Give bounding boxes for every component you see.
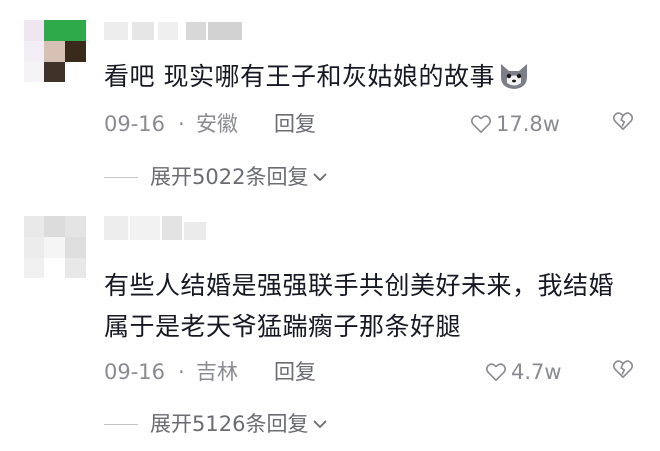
expand-replies-label: 展开5022条回复 [150,165,309,189]
like-count: 4.7w [511,360,562,384]
broken-heart-icon [612,360,634,378]
like-button[interactable]: 17.8w [470,109,560,139]
reply-button[interactable]: 回复 [274,357,316,387]
separator-dot: · [178,360,185,384]
heart-outline-icon [485,363,507,381]
like-count: 17.8w [496,112,560,136]
avatar[interactable] [24,216,86,278]
reply-button[interactable]: 回复 [274,109,316,139]
comment-date: 09-16 [104,112,166,136]
comment-text: 有些人结婚是强强联手共创美好未来，我结婚属于是老天爷猛踹瘸子那条好腿 [104,265,634,347]
expand-replies-label: 展开5126条回复 [150,412,309,436]
username-blurred[interactable] [104,22,244,44]
dislike-button[interactable] [612,357,634,387]
comment-location: 安徽 [196,112,238,136]
comment-meta: 09-16 · 吉林 回复 4.7w [104,357,634,387]
username-blurred[interactable] [104,216,214,240]
expand-replies-button[interactable]: 展开5022条回复 [104,162,328,192]
comment-text-content: 看吧 现实哪有王子和灰姑娘的故事 [104,62,495,91]
expand-replies-button[interactable]: 展开5126条回复 [104,409,328,439]
comment-meta: 09-16 · 安徽 回复 17.8w [104,109,634,139]
like-button[interactable]: 4.7w [485,357,562,387]
comment-text: 看吧 现实哪有王子和灰姑娘的故事 [104,56,634,103]
heart-outline-icon [470,115,492,133]
chevron-down-icon [313,173,328,182]
avatar[interactable] [24,20,86,82]
chevron-down-icon [313,420,328,429]
divider-line [104,176,138,178]
comment-text-content: 有些人结婚是强强联手共创美好未来，我结婚属于是老天爷猛踹瘸子那条好腿 [104,271,615,341]
broken-heart-icon [612,112,634,130]
wolf-face-emoji-icon [497,61,531,103]
divider-line [104,423,138,425]
separator-dot: · [178,112,185,136]
comment-location: 吉林 [196,360,238,384]
comment-date: 09-16 [104,360,166,384]
dislike-button[interactable] [612,109,634,139]
